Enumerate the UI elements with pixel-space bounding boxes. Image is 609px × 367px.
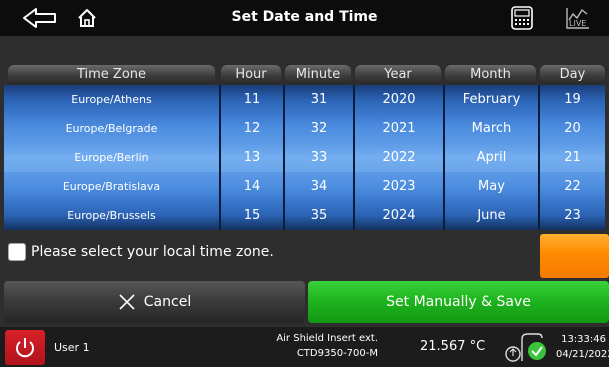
timezone-checkbox[interactable] — [8, 243, 26, 261]
day-option[interactable]: 19 — [540, 85, 605, 114]
device-info: Air Shield Insert ext. CTD9350-700-M — [218, 331, 378, 361]
save-label: Set Manually & Save — [386, 294, 531, 310]
status-indicators — [504, 331, 550, 365]
timezone-prompt-label: Please select your local time zone. — [31, 244, 274, 260]
year-option-selected[interactable]: 2022 — [355, 143, 443, 172]
header-month: Month — [445, 65, 536, 84]
hour-wheel[interactable]: 11 12 13 14 15 — [221, 85, 283, 230]
orange-action-button[interactable] — [540, 234, 609, 278]
header-hour: Hour — [221, 65, 281, 84]
calculator-icon[interactable] — [508, 4, 536, 32]
month-wheel[interactable]: February March April May June — [445, 85, 538, 230]
day-option[interactable]: 23 — [540, 201, 605, 230]
temperature-readout: 21.567 °C — [420, 339, 486, 354]
sensor-icon — [505, 346, 521, 362]
day-wheel[interactable]: 19 20 21 22 23 — [540, 85, 605, 230]
minute-option[interactable]: 31 — [285, 85, 353, 114]
year-option[interactable]: 2023 — [355, 172, 443, 201]
power-icon — [16, 337, 34, 357]
month-option[interactable]: May — [445, 172, 538, 201]
set-manually-save-button[interactable]: Set Manually & Save — [308, 281, 609, 323]
day-option[interactable]: 20 — [540, 114, 605, 143]
month-option[interactable]: March — [445, 114, 538, 143]
timezone-option-selected[interactable]: Europe/Berlin — [4, 143, 219, 172]
user-label[interactable]: User 1 — [54, 341, 90, 354]
close-icon — [119, 294, 135, 310]
timezone-option[interactable]: Europe/Bratislava — [4, 172, 219, 201]
cancel-button[interactable]: Cancel — [4, 281, 305, 323]
device-name: Air Shield Insert ext. — [276, 333, 378, 344]
header-timezone: Time Zone — [8, 65, 215, 84]
timezone-wheel[interactable]: Europe/Athens Europe/Belgrade Europe/Berli… — [4, 85, 219, 230]
hour-option[interactable]: 15 — [221, 201, 283, 230]
cancel-label: Cancel — [143, 294, 192, 310]
power-button[interactable] — [5, 330, 45, 365]
top-bar: Set Date and Time LIVE — [0, 0, 609, 36]
header-minute: Minute — [285, 65, 351, 84]
header-year: Year — [355, 65, 441, 84]
hour-option[interactable]: 14 — [221, 172, 283, 201]
time-readout: 13:33:46 — [561, 334, 606, 345]
date-time-picker: Europe/Athens Europe/Belgrade Europe/Berli… — [4, 85, 605, 230]
live-chart-icon[interactable]: LIVE — [563, 4, 593, 32]
hour-option[interactable]: 12 — [221, 114, 283, 143]
minute-option-selected[interactable]: 33 — [285, 143, 353, 172]
date-readout: 04/21/2022 — [556, 349, 609, 360]
device-ok-icon — [521, 333, 546, 361]
clock: 13:33:46 04/21/2022 — [556, 332, 609, 362]
hour-option-selected[interactable]: 13 — [221, 143, 283, 172]
header-day: Day — [540, 65, 605, 84]
day-option[interactable]: 22 — [540, 172, 605, 201]
spacer — [0, 36, 609, 64]
live-label: LIVE — [569, 19, 586, 28]
month-option[interactable]: June — [445, 201, 538, 230]
minute-wheel[interactable]: 31 32 33 34 35 — [285, 85, 353, 230]
timezone-option[interactable]: Europe/Athens — [4, 85, 219, 114]
minute-option[interactable]: 32 — [285, 114, 353, 143]
year-option[interactable]: 2020 — [355, 85, 443, 114]
day-option-selected[interactable]: 21 — [540, 143, 605, 172]
minute-option[interactable]: 35 — [285, 201, 353, 230]
month-option[interactable]: February — [445, 85, 538, 114]
device-model: CTD9350-700-M — [296, 348, 378, 359]
year-option[interactable]: 2024 — [355, 201, 443, 230]
year-wheel[interactable]: 2020 2021 2022 2023 2024 — [355, 85, 443, 230]
timezone-option[interactable]: Europe/Belgrade — [4, 114, 219, 143]
timezone-option[interactable]: Europe/Brussels — [4, 201, 219, 230]
hour-option[interactable]: 11 — [221, 85, 283, 114]
minute-option[interactable]: 34 — [285, 172, 353, 201]
year-option[interactable]: 2021 — [355, 114, 443, 143]
month-option-selected[interactable]: April — [445, 143, 538, 172]
